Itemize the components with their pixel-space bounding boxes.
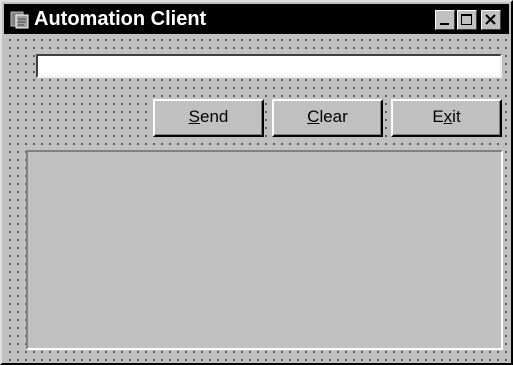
send-button[interactable]: Send — [153, 99, 264, 137]
exit-button-label: Exit — [432, 107, 461, 126]
output-panel[interactable] — [26, 150, 503, 350]
close-icon — [485, 14, 496, 25]
command-input[interactable] — [36, 54, 502, 78]
application-icon[interactable] — [10, 10, 30, 30]
clear-button[interactable]: Clear — [272, 99, 383, 137]
window-title: Automation Client — [34, 8, 207, 30]
close-button[interactable] — [481, 10, 501, 30]
send-button-label: Send — [188, 107, 229, 126]
minimize-button[interactable] — [435, 10, 455, 30]
app-window: Automation Client Send Clear Exit — [0, 0, 513, 365]
minimize-icon — [440, 23, 449, 25]
clear-button-label: Clear — [307, 107, 348, 126]
exit-button[interactable]: Exit — [391, 99, 502, 137]
title-bar[interactable]: Automation Client — [4, 4, 509, 34]
maximize-button[interactable] — [457, 10, 477, 30]
maximize-icon — [461, 14, 472, 25]
